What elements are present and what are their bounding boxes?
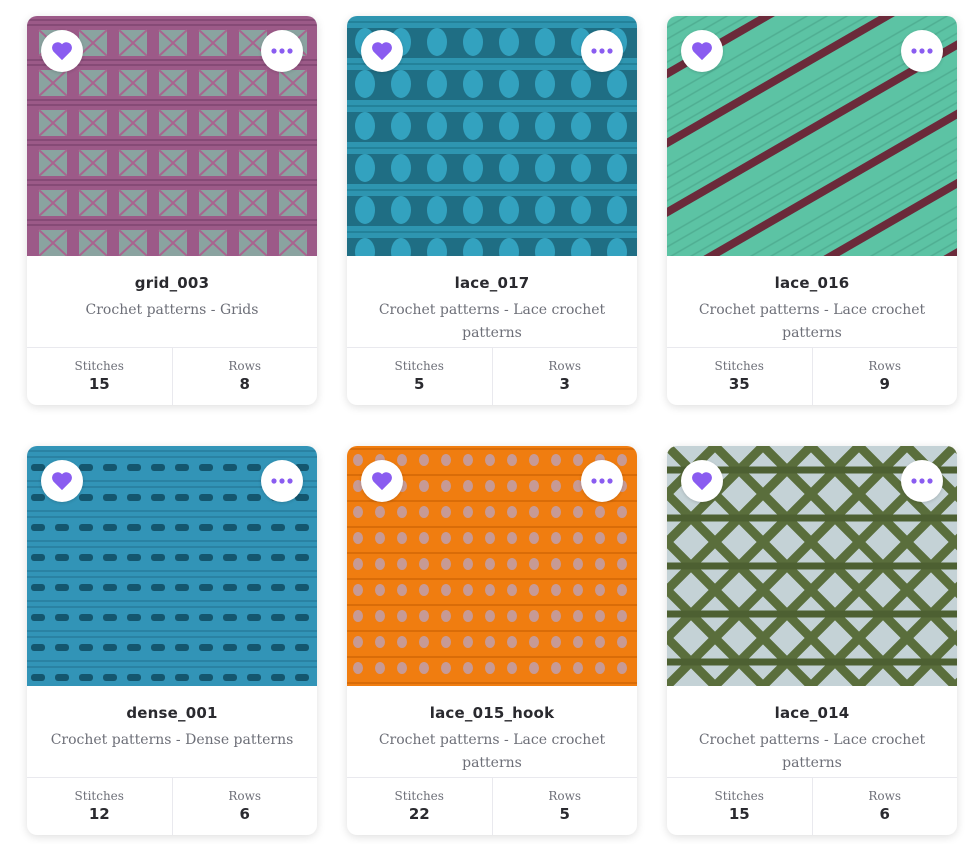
pattern-category: Crochet patterns - Grids — [85, 302, 259, 318]
heart-icon — [692, 42, 712, 61]
pattern-thumbnail[interactable] — [667, 16, 957, 256]
pattern-thumbnail[interactable] — [347, 446, 637, 686]
rows-label: Rows — [868, 789, 902, 803]
rows-label: Rows — [228, 789, 262, 803]
stitches-value: 15 — [88, 375, 110, 393]
pattern-title[interactable]: dense_001 — [27, 704, 317, 722]
pattern-card[interactable]: lace_014 Crochet patterns - Lace crochet… — [667, 446, 957, 835]
rows-label: Rows — [548, 359, 582, 373]
pattern-title[interactable]: lace_017 — [347, 274, 637, 292]
stitches-label: Stitches — [714, 789, 764, 803]
card-info: lace_015_hook Crochet patterns - Lace cr… — [347, 686, 637, 778]
stitches-stat: Stitches 15 — [667, 778, 812, 835]
pattern-card[interactable]: lace_017 Crochet patterns - Lace crochet… — [347, 16, 637, 405]
more-dots-icon — [591, 478, 613, 484]
pattern-title[interactable]: lace_014 — [667, 704, 957, 722]
pattern-thumbnail[interactable] — [27, 16, 317, 256]
favorite-button[interactable] — [681, 30, 723, 72]
card-info: lace_014 Crochet patterns - Lace crochet… — [667, 686, 957, 778]
card-info: lace_016 Crochet patterns - Lace crochet… — [667, 256, 957, 348]
heart-icon — [372, 472, 392, 491]
more-options-button[interactable] — [261, 30, 303, 72]
pattern-title[interactable]: lace_015_hook — [347, 704, 637, 722]
stitches-label: Stitches — [74, 359, 124, 373]
rows-value: 8 — [239, 375, 250, 393]
card-info: dense_001 Crochet patterns - Dense patte… — [27, 686, 317, 778]
pattern-card[interactable]: lace_016 Crochet patterns - Lace crochet… — [667, 16, 957, 405]
rows-label: Rows — [548, 789, 582, 803]
pattern-stats: Stitches 15 Rows 8 — [27, 348, 317, 405]
stitches-stat: Stitches 12 — [27, 778, 172, 835]
pattern-stats: Stitches 22 Rows 5 — [347, 778, 637, 835]
pattern-category: Crochet patterns - Lace crochet patterns — [378, 732, 606, 771]
stitches-value: 22 — [408, 805, 430, 823]
stitches-stat: Stitches 22 — [347, 778, 492, 835]
more-dots-icon — [591, 48, 613, 54]
stitches-stat: Stitches 5 — [347, 348, 492, 405]
pattern-card[interactable]: dense_001 Crochet patterns - Dense patte… — [27, 446, 317, 835]
rows-label: Rows — [228, 359, 262, 373]
rows-stat: Rows 5 — [491, 778, 638, 835]
rows-value: 3 — [559, 375, 570, 393]
pattern-thumbnail[interactable] — [667, 446, 957, 686]
more-options-button[interactable] — [581, 30, 623, 72]
pattern-category: Crochet patterns - Lace crochet patterns — [698, 732, 926, 771]
favorite-button[interactable] — [681, 460, 723, 502]
more-dots-icon — [271, 478, 293, 484]
rows-value: 6 — [879, 805, 890, 823]
rows-stat: Rows 6 — [171, 778, 318, 835]
card-info: lace_017 Crochet patterns - Lace crochet… — [347, 256, 637, 348]
stitches-value: 5 — [414, 375, 425, 393]
stitches-stat: Stitches 35 — [667, 348, 812, 405]
pattern-thumbnail[interactable] — [347, 16, 637, 256]
rows-stat: Rows 8 — [171, 348, 318, 405]
pattern-category: Crochet patterns - Lace crochet patterns — [698, 302, 926, 341]
rows-value: 9 — [879, 375, 890, 393]
more-options-button[interactable] — [901, 460, 943, 502]
stitches-label: Stitches — [394, 359, 444, 373]
rows-stat: Rows 6 — [811, 778, 958, 835]
pattern-title[interactable]: grid_003 — [27, 274, 317, 292]
rows-stat: Rows 9 — [811, 348, 958, 405]
more-options-button[interactable] — [261, 460, 303, 502]
stitches-label: Stitches — [74, 789, 124, 803]
stitches-stat: Stitches 15 — [27, 348, 172, 405]
heart-icon — [692, 472, 712, 491]
pattern-thumbnail[interactable] — [27, 446, 317, 686]
heart-icon — [52, 472, 72, 491]
pattern-title[interactable]: lace_016 — [667, 274, 957, 292]
pattern-card[interactable]: lace_015_hook Crochet patterns - Lace cr… — [347, 446, 637, 835]
rows-value: 5 — [559, 805, 570, 823]
more-dots-icon — [911, 478, 933, 484]
stitches-value: 35 — [728, 375, 750, 393]
rows-stat: Rows 3 — [491, 348, 638, 405]
pattern-category: Crochet patterns - Lace crochet patterns — [378, 302, 606, 341]
pattern-stats: Stitches 35 Rows 9 — [667, 348, 957, 405]
heart-icon — [52, 42, 72, 61]
pattern-card[interactable]: grid_003 Crochet patterns - Grids Stitch… — [27, 16, 317, 405]
more-dots-icon — [271, 48, 293, 54]
more-options-button[interactable] — [581, 460, 623, 502]
favorite-button[interactable] — [361, 30, 403, 72]
favorite-button[interactable] — [41, 30, 83, 72]
pattern-stats: Stitches 15 Rows 6 — [667, 778, 957, 835]
rows-label: Rows — [868, 359, 902, 373]
stitches-value: 12 — [88, 805, 110, 823]
pattern-stats: Stitches 5 Rows 3 — [347, 348, 637, 405]
stitches-value: 15 — [728, 805, 750, 823]
heart-icon — [372, 42, 392, 61]
more-options-button[interactable] — [901, 30, 943, 72]
stitches-label: Stitches — [394, 789, 444, 803]
rows-value: 6 — [239, 805, 250, 823]
more-dots-icon — [911, 48, 933, 54]
stitches-label: Stitches — [714, 359, 764, 373]
pattern-stats: Stitches 12 Rows 6 — [27, 778, 317, 835]
card-info: grid_003 Crochet patterns - Grids — [27, 256, 317, 348]
favorite-button[interactable] — [41, 460, 83, 502]
favorite-button[interactable] — [361, 460, 403, 502]
pattern-category: Crochet patterns - Dense patterns — [50, 732, 294, 748]
